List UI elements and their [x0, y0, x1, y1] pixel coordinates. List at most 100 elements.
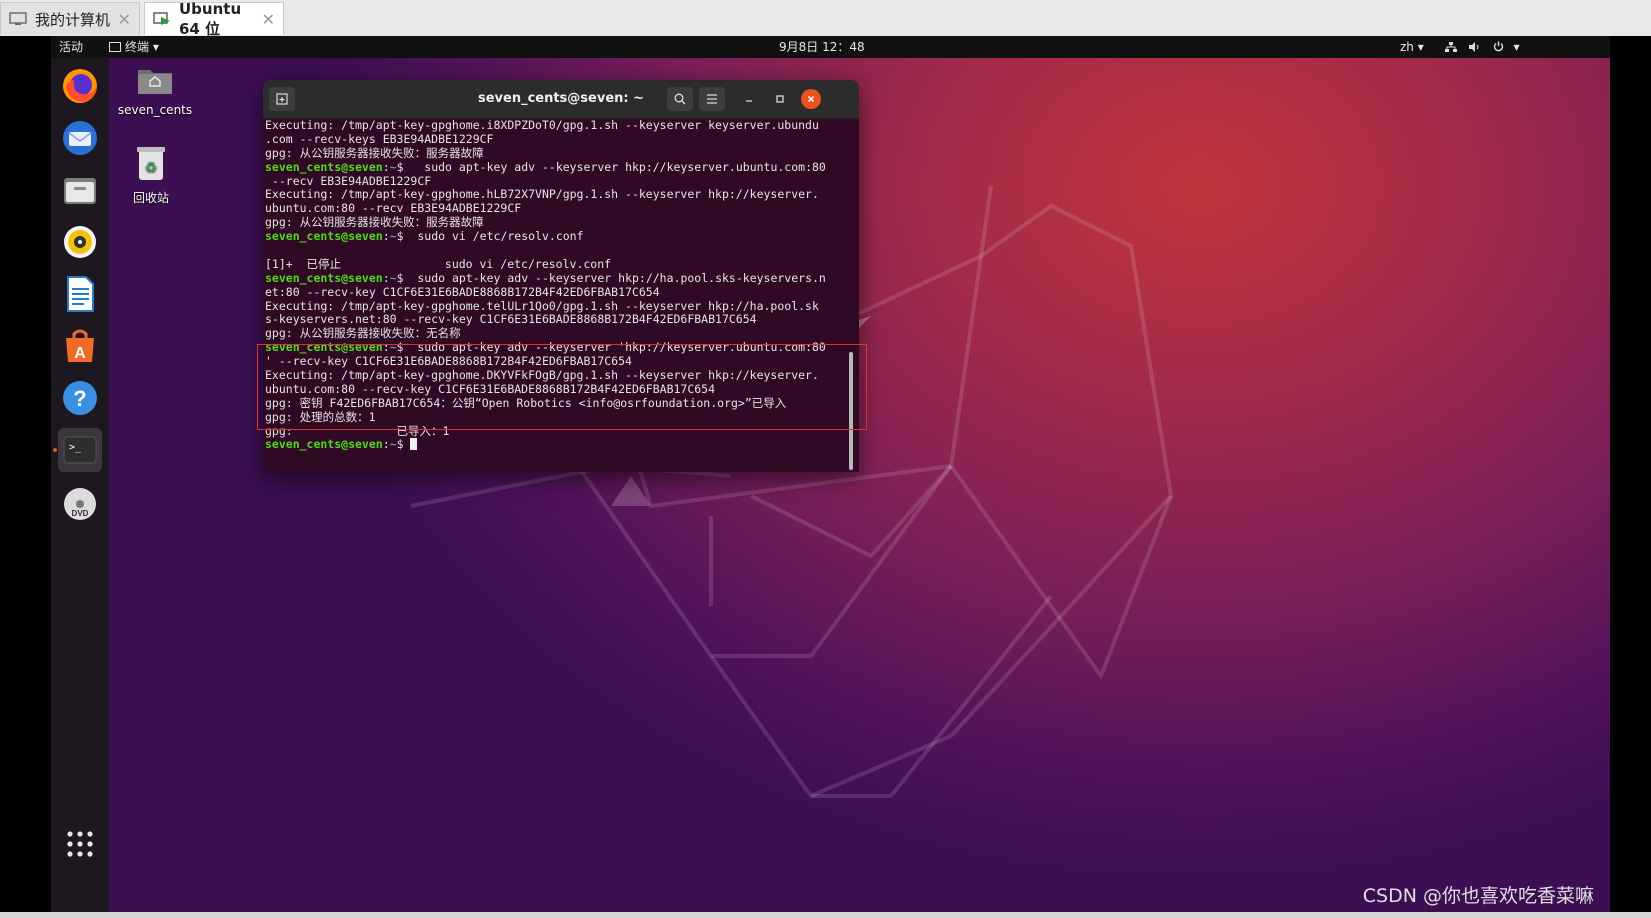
tab-my-computer[interactable]: 我的计算机 ✕ — [0, 2, 140, 35]
terminal-line: seven_cents@seven:~$ sudo apt-key adv --… — [265, 161, 835, 175]
command-text: sudo apt-key adv --keyserver 'hkp://keys… — [410, 341, 826, 355]
prompt-separator: : — [382, 230, 390, 244]
ubuntu-desktop[interactable]: 活动 终端 ▾ 9月8日 12：48 zh ▾ ▾ A ? >_ DVD sev… — [51, 36, 1610, 912]
dock-item-ubuntu-software[interactable]: A — [58, 324, 102, 368]
output-text: gpg: 已导入：1 — [265, 424, 450, 438]
text-cursor[interactable] — [410, 438, 418, 451]
firefox-icon — [63, 69, 97, 103]
prompt-user: seven_cents@seven — [265, 341, 383, 355]
output-text: --recv EB3E94ADBE1229CF — [265, 174, 432, 188]
search-button[interactable] — [667, 87, 693, 111]
host-status-strip — [0, 912, 1651, 918]
terminal-line: gpg: 处理的总数：1 — [265, 411, 835, 425]
dock-item-files[interactable] — [58, 168, 102, 212]
prompt-user: seven_cents@seven — [265, 230, 383, 244]
prompt-user: seven_cents@seven — [265, 160, 383, 174]
terminal-line: gpg: 密钥 F42ED6FBAB17C654：公钥“Open Robotic… — [265, 397, 835, 411]
terminal-line: seven_cents@seven:~$ sudo apt-key adv --… — [265, 341, 835, 355]
dock: A ? >_ DVD — [51, 58, 109, 912]
menu-button[interactable] — [699, 87, 725, 111]
activities-button[interactable]: 活动 — [59, 36, 83, 58]
tab-ubuntu-vm[interactable]: Ubuntu 64 位 ✕ — [144, 0, 284, 38]
command-text: sudo apt-key adv --keyserver hkp://ha.po… — [410, 271, 826, 285]
terminal-window[interactable]: seven_cents@seven: ~ Executing: /tmp/apt… — [263, 80, 859, 472]
dock-item-help[interactable]: ? — [58, 376, 102, 420]
clock[interactable]: 9月8日 12：48 — [779, 36, 865, 58]
output-text: gpg: 从公钥服务器接收失败：服务器故障 — [265, 216, 484, 230]
terminal-line: --recv EB3E94ADBE1229CF — [265, 175, 835, 189]
output-text: ubuntu.com:80 --recv EB3E94ADBE1229CF — [265, 202, 522, 216]
output-text: Executing: /tmp/apt-key-gpghome.hLB72X7V… — [265, 188, 819, 202]
desktop-icon-trash[interactable]: ♻ 回收站 — [106, 144, 196, 206]
output-text: s-keyservers.net:80 --recv-key C1CF6E31E… — [265, 313, 757, 327]
files-icon — [64, 178, 96, 204]
terminal-icon: >_ — [63, 436, 97, 464]
terminal-output[interactable]: Executing: /tmp/apt-key-gpghome.i8XDPZDo… — [263, 119, 835, 472]
show-applications-button[interactable] — [58, 822, 102, 866]
terminal-line: seven_cents@seven:~$ sudo apt-key adv --… — [265, 272, 835, 286]
prompt-path: ~ — [389, 438, 397, 452]
desktop-icon-home[interactable]: seven_cents — [110, 64, 200, 117]
output-text: [1]+ 已停止 sudo vi /etc/resolv.conf — [265, 257, 612, 271]
search-icon — [674, 93, 686, 105]
terminal-line: [1]+ 已停止 sudo vi /etc/resolv.conf — [265, 258, 835, 272]
output-text: Executing: /tmp/apt-key-gpghome.i8XDPZDo… — [265, 119, 819, 132]
prompt-path: ~ — [389, 271, 397, 285]
terminal-small-icon — [109, 42, 121, 52]
close-button[interactable] — [801, 89, 821, 109]
prompt-symbol: $ — [396, 271, 411, 285]
minimize-button[interactable] — [739, 89, 759, 109]
dock-item-rhythmbox[interactable] — [58, 220, 102, 264]
desktop-icon-label: seven_cents — [117, 103, 193, 117]
terminal-line: Executing: /tmp/apt-key-gpghome.DKYVFkFO… — [265, 369, 835, 383]
tab-label: Ubuntu 64 位 — [179, 0, 242, 38]
output-text: ubuntu.com:80 --recv-key C1CF6E31E6BADE8… — [265, 382, 716, 396]
command-text: sudo apt-key adv --keyserver hkp://keyse… — [410, 160, 826, 174]
command-text: sudo vi /etc/resolv.conf — [410, 230, 584, 244]
terminal-line: gpg: 从公钥服务器接收失败：无名称 — [265, 327, 835, 341]
ubuntu-software-icon: A — [66, 329, 94, 362]
close-icon — [807, 95, 815, 103]
csdn-watermark: CSDN @你也喜欢吃香菜嘛 — [1362, 885, 1594, 907]
output-text: gpg: 从公钥服务器接收失败：服务器故障 — [265, 146, 484, 160]
prompt-symbol: $ — [396, 438, 411, 452]
prompt-user: seven_cents@seven — [265, 271, 383, 285]
output-text: gpg: 处理的总数：1 — [265, 410, 376, 424]
dock-item-dvd[interactable]: DVD — [58, 482, 102, 526]
top-bar: 活动 终端 ▾ 9月8日 12：48 zh ▾ ▾ — [51, 36, 1610, 58]
svg-text:?: ? — [73, 386, 86, 411]
dock-item-thunderbird[interactable] — [58, 116, 102, 160]
maximize-button[interactable] — [770, 89, 790, 109]
app-menu-label: 终端 — [125, 40, 150, 54]
dock-item-firefox[interactable] — [58, 64, 102, 108]
input-method-indicator[interactable]: zh ▾ — [1400, 36, 1424, 58]
dock-item-libreoffice-writer[interactable] — [58, 272, 102, 316]
prompt-separator: : — [382, 341, 390, 355]
app-menu-terminal[interactable]: 终端 ▾ — [109, 36, 159, 58]
vm-play-icon — [153, 12, 171, 26]
terminal-line: seven_cents@seven:~$ sudo vi /etc/resolv… — [265, 230, 835, 244]
help-icon: ? — [63, 381, 97, 415]
close-icon[interactable]: ✕ — [262, 10, 275, 29]
volume-icon — [1468, 40, 1485, 54]
system-status-area[interactable]: ▾ — [1445, 36, 1520, 58]
terminal-line: Executing: /tmp/apt-key-gpghome.telULr1Q… — [265, 300, 835, 314]
prompt-symbol: $ — [396, 341, 411, 355]
terminal-scrollbar[interactable] — [849, 352, 853, 470]
home-folder-icon — [110, 64, 200, 99]
language-label: zh — [1400, 40, 1414, 54]
chevron-down-icon: ▾ — [1413, 40, 1424, 54]
running-indicator — [53, 448, 57, 452]
dvd-icon: DVD — [64, 488, 96, 520]
dock-item-terminal[interactable]: >_ — [58, 428, 102, 472]
close-icon[interactable]: ✕ — [118, 10, 131, 29]
trash-icon: ♻ — [106, 144, 196, 185]
network-icon — [1445, 40, 1461, 54]
terminal-titlebar[interactable]: seven_cents@seven: ~ — [263, 80, 859, 119]
svg-text:>_: >_ — [69, 442, 82, 453]
terminal-line: gpg: 从公钥服务器接收失败：服务器故障 — [265, 147, 835, 161]
host-tab-bar: 我的计算机 ✕ Ubuntu 64 位 ✕ — [0, 0, 1651, 38]
terminal-line: ubuntu.com:80 --recv EB3E94ADBE1229CF — [265, 202, 835, 216]
output-text: gpg: 密钥 F42ED6FBAB17C654：公钥“Open Robotic… — [265, 396, 787, 410]
